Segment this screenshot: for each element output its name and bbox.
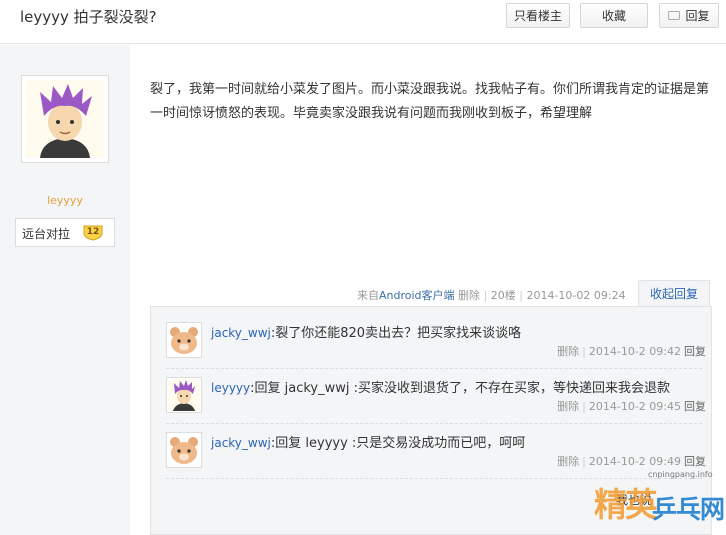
post-meta: 来自Android客户端 删除 | 20楼 | 2014-10-02 09:24… — [150, 280, 712, 307]
author-avatar[interactable] — [21, 75, 109, 163]
reply-actions: 删除 | 2014-10-2 09:42 回复 — [557, 345, 706, 358]
reply-username[interactable]: leyyyy — [211, 381, 250, 395]
delete-post-link[interactable]: 删除 — [458, 289, 480, 302]
reply-avatar[interactable] — [166, 377, 202, 413]
collapse-replies-button[interactable]: 收起回复 — [638, 280, 710, 307]
avatar-bear-icon — [168, 324, 200, 356]
floor-number: 20楼 — [490, 289, 516, 302]
reply-username[interactable]: jacky_wwj — [211, 436, 271, 450]
reply-avatar[interactable] — [166, 432, 202, 468]
favorite-button[interactable]: 收藏 — [580, 3, 648, 28]
reply-content: :回复 jacky_wwj :买家没收到退货了，不存在买家，等快递回来我会退款 — [250, 381, 671, 396]
comment-icon — [668, 11, 681, 20]
reply-reply-link[interactable]: 回复 — [684, 400, 706, 413]
thread-title: leyyyy 拍子裂没裂? — [20, 8, 157, 26]
reply-divider — [166, 368, 702, 369]
reply-text: leyyyy:回复 jacky_wwj :买家没收到退货了，不存在买家，等快递回… — [211, 377, 711, 396]
watermark-text-1: 精英 — [594, 485, 658, 524]
avatar-purple-hair-icon — [26, 80, 104, 158]
author-sidebar: leyyyy 远台对拉 12 — [0, 45, 130, 535]
post-meta-info: 来自Android客户端 删除 | 20楼 | 2014-10-02 09:24 — [357, 289, 626, 302]
reply-avatar[interactable] — [166, 322, 202, 358]
source-client-link[interactable]: Android客户端 — [379, 289, 455, 302]
reply-content: :裂了你还能820卖出去？把买家找来谈谈咯 — [270, 326, 522, 341]
fan-title: 远台对拉 — [22, 227, 71, 241]
reply-text: jacky_wwj:裂了你还能820卖出去？把买家找来谈谈咯 — [211, 322, 711, 341]
reply-delete-link[interactable]: 删除 — [557, 345, 579, 358]
reply-text: jacky_wwj:回复 leyyyy :只是交易没成功而已吧，呵呵 — [211, 432, 711, 451]
source-prefix: 来自 — [357, 289, 379, 302]
watermark-logo: cnpingpang.info 我也说 精英 乒乓网 — [586, 466, 726, 535]
reply-delete-link[interactable]: 删除 — [557, 455, 579, 468]
reply-delete-link[interactable]: 删除 — [557, 400, 579, 413]
reply-reply-link[interactable]: 回复 — [684, 345, 706, 358]
level-badge: 12 — [83, 224, 103, 241]
only-op-button[interactable]: 只看楼主 — [506, 3, 570, 28]
reply-username[interactable]: jacky_wwj — [211, 326, 271, 340]
watermark-text-2: 乒乓网 — [652, 495, 725, 524]
post-content: 裂了，我第一时间就给小菜发了图片。而小菜没跟我说。找我帖子有。你们所谓我肯定的证… — [150, 82, 710, 121]
reply-divider — [166, 423, 702, 424]
level-number: 12 — [86, 227, 100, 237]
reply-time: 2014-10-2 09:42 — [588, 345, 681, 358]
post-time: 2014-10-02 09:24 — [526, 289, 626, 302]
reply-button[interactable]: 回复 — [659, 3, 719, 28]
watermark-url: cnpingpang.info — [648, 470, 713, 479]
thread-header: leyyyy 拍子裂没裂? 只看楼主 收藏 回复 — [0, 0, 726, 44]
reply-content: :回复 leyyyy :只是交易没成功而已吧，呵呵 — [270, 436, 526, 451]
fan-badge[interactable]: 远台对拉 12 — [15, 218, 115, 247]
reply-actions: 删除 | 2014-10-2 09:45 回复 — [557, 400, 706, 413]
author-username[interactable]: leyyyy — [0, 194, 130, 207]
reply-time: 2014-10-2 09:45 — [588, 400, 681, 413]
avatar-purple-hair-icon — [168, 379, 200, 411]
avatar-bear-icon — [168, 434, 200, 466]
reply-button-label: 回复 — [685, 9, 710, 23]
